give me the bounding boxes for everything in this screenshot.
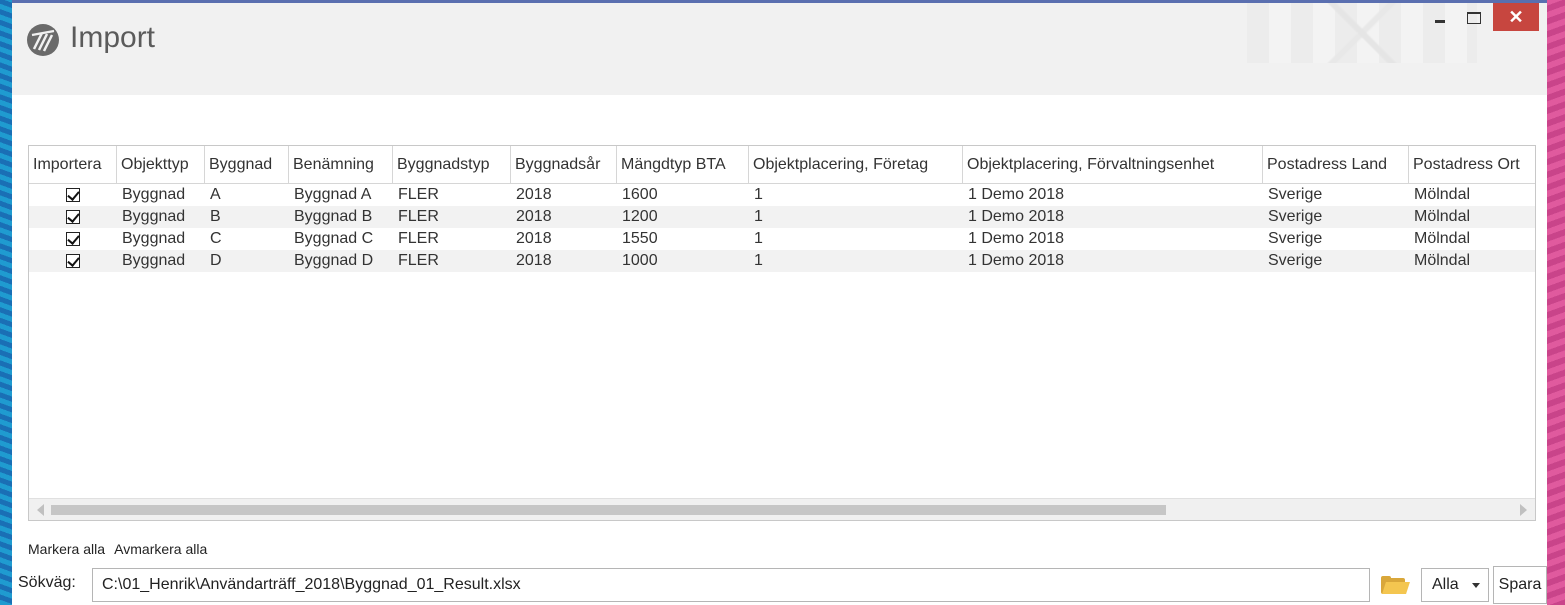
table-row[interactable]: Byggnad C Byggnad C FLER 2018 1550 1 1 D…	[29, 228, 1535, 250]
column-header-benamning[interactable]: Benämning	[289, 146, 393, 183]
column-header-byggnad[interactable]: Byggnad	[205, 146, 289, 183]
column-header-objekttyp[interactable]: Objekttyp	[117, 146, 205, 183]
scroll-right-icon[interactable]	[1520, 504, 1527, 516]
title-bar: Import ✕	[12, 3, 1547, 95]
desktop-background-left	[0, 0, 12, 605]
desktop-background-right	[1545, 0, 1565, 605]
cell-byggnadstyp: FLER	[398, 252, 439, 269]
cell-postadress-land: Sverige	[1268, 230, 1323, 247]
cell-objektplacering-foretag: 1	[754, 230, 763, 247]
grid-header: Importera Objekttyp Byggnad Benämning By…	[29, 146, 1535, 184]
cell-mangdtyp-bta: 1200	[622, 208, 658, 225]
checkbox-checked-icon[interactable]	[66, 188, 80, 202]
cell-benamning: Byggnad B	[294, 208, 373, 225]
checkbox-checked-icon[interactable]	[66, 210, 80, 224]
table-row[interactable]: Byggnad B Byggnad B FLER 2018 1200 1 1 D…	[29, 206, 1535, 228]
cell-postadress-land: Sverige	[1268, 186, 1323, 203]
select-all-link[interactable]: Markera alla	[28, 541, 105, 557]
cell-postadress-ort: Mölndal	[1414, 186, 1471, 203]
browse-folder-button[interactable]	[1374, 568, 1414, 602]
cell-benamning: Byggnad D	[294, 252, 374, 269]
cell-byggnadsar: 2018	[516, 252, 552, 269]
scroll-left-icon[interactable]	[37, 504, 44, 516]
column-header-byggnadstyp[interactable]: Byggnadstyp	[393, 146, 511, 183]
minimize-icon	[1435, 19, 1445, 23]
cell-byggnad: B	[210, 208, 221, 225]
cell-byggnadsar: 2018	[516, 186, 552, 203]
checkbox-checked-icon[interactable]	[66, 254, 80, 268]
cell-objektplacering-forvaltningsenhet: 1 Demo 2018	[968, 230, 1065, 247]
cell-mangdtyp-bta: 1550	[622, 230, 658, 247]
import-checkbox-cell[interactable]	[29, 228, 117, 250]
cell-objektplacering-forvaltningsenhet: 1 Demo 2018	[968, 252, 1065, 269]
minimize-button[interactable]	[1423, 3, 1457, 33]
checkbox-checked-icon[interactable]	[66, 232, 80, 246]
path-input[interactable]: C:\01_Henrik\Användarträff_2018\Byggnad_…	[92, 568, 1370, 602]
cell-objektplacering-foretag: 1	[754, 186, 763, 203]
maximize-icon	[1467, 12, 1481, 24]
selection-links: Markera alla Avmarkera alla	[28, 541, 213, 557]
cell-postadress-ort: Mölndal	[1414, 208, 1471, 225]
cell-objektplacering-foretag: 1	[754, 208, 763, 225]
import-checkbox-cell[interactable]	[29, 250, 117, 272]
table-row[interactable]: Byggnad A Byggnad A FLER 2018 1600 1 1 D…	[29, 184, 1535, 206]
column-header-postadress-land[interactable]: Postadress Land	[1263, 146, 1409, 183]
table-row[interactable]: Byggnad D Byggnad D FLER 2018 1000 1 1 D…	[29, 250, 1535, 272]
import-checkbox-cell[interactable]	[29, 206, 117, 228]
cell-mangdtyp-bta: 1600	[622, 186, 658, 203]
close-button[interactable]: ✕	[1493, 3, 1539, 31]
cell-postadress-land: Sverige	[1268, 208, 1323, 225]
cell-postadress-ort: Mölndal	[1414, 230, 1471, 247]
cell-objekttyp: Byggnad	[122, 208, 186, 225]
window-title: Import	[70, 21, 156, 54]
import-grid: Importera Objekttyp Byggnad Benämning By…	[28, 145, 1536, 521]
import-window: Import ✕ Importera Objekttyp Byggnad Ben…	[12, 0, 1547, 605]
app-logo-icon	[27, 24, 59, 56]
cell-objekttyp: Byggnad	[122, 230, 186, 247]
cell-byggnad: D	[210, 252, 222, 269]
chevron-down-icon	[1472, 583, 1480, 588]
grid-body: Byggnad A Byggnad A FLER 2018 1600 1 1 D…	[29, 184, 1535, 272]
scrollbar-thumb[interactable]	[51, 505, 1166, 515]
cell-benamning: Byggnad C	[294, 230, 374, 247]
cell-byggnad: C	[210, 230, 222, 247]
cell-objektplacering-forvaltningsenhet: 1 Demo 2018	[968, 208, 1065, 225]
import-checkbox-cell[interactable]	[29, 184, 117, 206]
column-header-postadress-ort[interactable]: Postadress Ort	[1409, 146, 1535, 183]
column-header-objektplacering-forvaltningsenhet[interactable]: Objektplacering, Förvaltningsenhet	[963, 146, 1263, 183]
cell-byggnadstyp: FLER	[398, 208, 439, 225]
filter-select-value: Alla	[1432, 576, 1459, 593]
folder-icon	[1381, 576, 1410, 594]
cell-objektplacering-forvaltningsenhet: 1 Demo 2018	[968, 186, 1065, 203]
close-icon: ✕	[1508, 6, 1524, 27]
cell-postadress-ort: Mölndal	[1414, 252, 1471, 269]
column-header-importera[interactable]: Importera	[29, 146, 117, 183]
cell-mangdtyp-bta: 1000	[622, 252, 658, 269]
cell-byggnad: A	[210, 186, 221, 203]
path-label: Sökväg:	[18, 574, 76, 591]
column-header-mangdtyp-bta[interactable]: Mängdtyp BTA	[617, 146, 749, 183]
horizontal-scrollbar[interactable]	[29, 498, 1535, 520]
cell-byggnadsar: 2018	[516, 208, 552, 225]
column-header-objektplacering-foretag[interactable]: Objektplacering, Företag	[749, 146, 963, 183]
cell-byggnadsar: 2018	[516, 230, 552, 247]
maximize-button[interactable]	[1457, 3, 1491, 33]
cell-objekttyp: Byggnad	[122, 186, 186, 203]
cell-benamning: Byggnad A	[294, 186, 372, 203]
cell-byggnadstyp: FLER	[398, 186, 439, 203]
path-row: Sökväg: C:\01_Henrik\Användarträff_2018\…	[12, 566, 1547, 605]
deselect-all-link[interactable]: Avmarkera alla	[114, 541, 207, 557]
cell-byggnadstyp: FLER	[398, 230, 439, 247]
filter-select[interactable]: Alla	[1421, 568, 1489, 602]
cell-objektplacering-foretag: 1	[754, 252, 763, 269]
column-header-byggnadsar[interactable]: Byggnadsår	[511, 146, 617, 183]
cell-postadress-land: Sverige	[1268, 252, 1323, 269]
cell-objekttyp: Byggnad	[122, 252, 186, 269]
save-button[interactable]: Spara	[1493, 566, 1547, 604]
